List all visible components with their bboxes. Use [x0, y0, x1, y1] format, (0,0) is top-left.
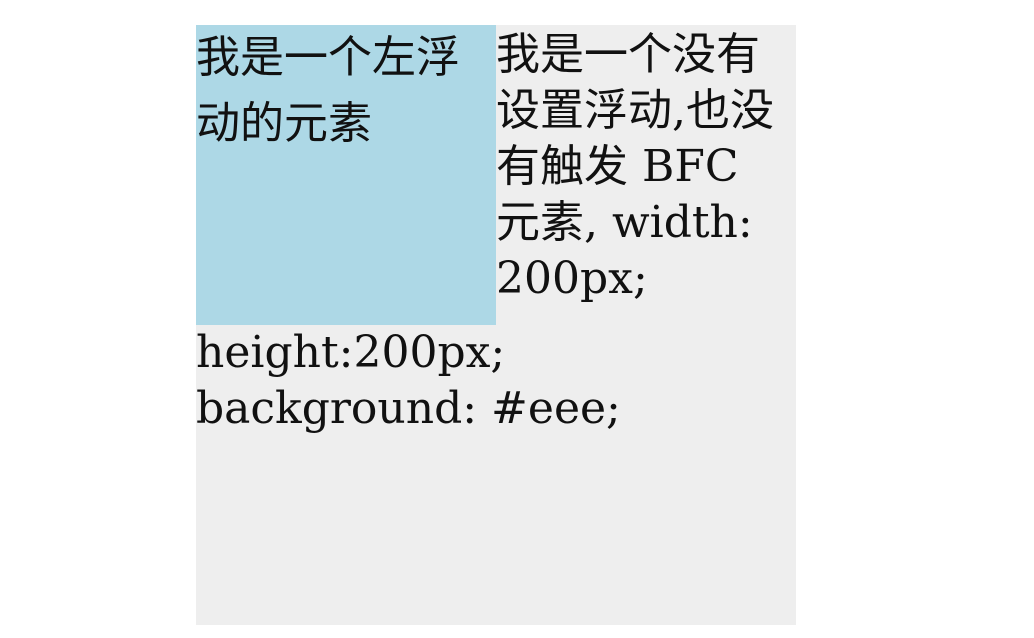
bfc-demo-container: 我是一个左浮动的元素 我是一个没有设置浮动,也没有触发 BFC 元素, widt…	[196, 25, 796, 625]
page-canvas: 我是一个左浮动的元素 我是一个没有设置浮动,也没有触发 BFC 元素, widt…	[0, 0, 1034, 638]
left-float-element: 我是一个左浮动的元素	[196, 25, 496, 325]
